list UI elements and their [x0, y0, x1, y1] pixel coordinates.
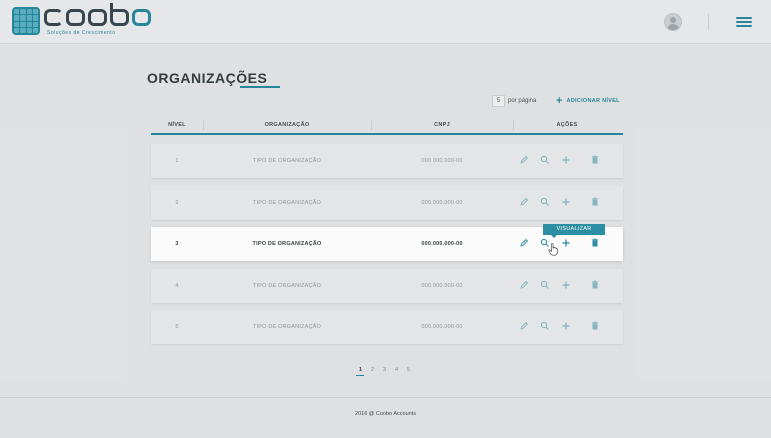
cell-nivel: 3 [175, 241, 179, 247]
cell-nivel: 5 [175, 324, 179, 330]
trash-icon[interactable] [589, 154, 601, 166]
per-page-select[interactable]: 5 [492, 95, 505, 107]
edit-icon[interactable] [518, 237, 530, 249]
search-icon[interactable] [539, 154, 551, 166]
page-link-2[interactable]: 2 [370, 367, 375, 373]
add-level-label: ADICIONAR NÍVEL [566, 98, 620, 104]
column-header-organizacao[interactable]: ORGANIZAÇÃO [265, 122, 310, 128]
plus-icon: + [556, 95, 563, 107]
search-icon[interactable] [539, 279, 551, 291]
cell-nivel: 1 [175, 158, 179, 164]
table-header: NÍVEL ORGANIZAÇÃO CNPJ AÇÕES [151, 116, 623, 135]
search-icon[interactable] [539, 320, 551, 332]
column-divider [371, 120, 372, 130]
cell-cnpj: 000.000.000-00 [421, 158, 463, 164]
menu-icon[interactable] [736, 17, 752, 27]
cell-nivel: 4 [175, 283, 179, 289]
trash-icon[interactable] [589, 237, 601, 249]
edit-icon[interactable] [518, 196, 530, 208]
table-row[interactable]: 2 TIPO DE ORGANIZAÇÃO 000.000.000-00 [151, 186, 623, 220]
edit-icon[interactable] [518, 154, 530, 166]
plus-icon[interactable] [560, 279, 572, 291]
plus-icon[interactable] [560, 320, 572, 332]
header-divider [708, 14, 709, 30]
edit-icon[interactable] [518, 320, 530, 332]
logo-grid-icon [12, 7, 40, 35]
search-icon[interactable] [539, 196, 551, 208]
pagination: 12 3 4 5 [356, 367, 411, 376]
page-title: ORGANIZAÇÕES [147, 70, 268, 86]
per-page-label: por página [508, 98, 537, 104]
plus-icon[interactable] [560, 237, 572, 249]
cell-organizacao: TIPO DE ORGANIZAÇÃO [253, 283, 321, 289]
page-footer: 2016 @ Coobo Accounts [0, 397, 771, 438]
view-tooltip: VISUALIZAR [543, 224, 605, 238]
page-link-1[interactable]: 1 [356, 367, 364, 376]
column-header-acoes: AÇÕES [556, 122, 578, 128]
table-row[interactable]: 1 TIPO DE ORGANIZAÇÃO 000.000.000-00 [151, 144, 623, 178]
cell-cnpj: 000.000.000-00 [421, 324, 463, 330]
column-header-cnpj[interactable]: CNPJ [434, 122, 450, 128]
user-avatar[interactable] [664, 13, 682, 31]
cell-nivel: 2 [175, 200, 179, 206]
footer-copyright: 2016 @ Coobo Accounts [355, 411, 416, 417]
logo-wordmark: Soluções de Crescimento [44, 2, 151, 36]
cell-organizacao: TIPO DE ORGANIZAÇÃO [253, 324, 321, 330]
column-header-nivel[interactable]: NÍVEL [168, 122, 186, 128]
logo-tagline: Soluções de Crescimento [47, 30, 116, 36]
page-link-5[interactable]: 5 [406, 367, 411, 373]
trash-icon[interactable] [589, 279, 601, 291]
page-link-3[interactable]: 3 [382, 367, 387, 373]
coobo-logo[interactable]: Soluções de Crescimento [12, 2, 151, 37]
trash-icon[interactable] [589, 196, 601, 208]
cell-organizacao: TIPO DE ORGANIZAÇÃO [253, 158, 321, 164]
edit-icon[interactable] [518, 279, 530, 291]
hand-cursor-icon [548, 243, 558, 256]
trash-icon[interactable] [589, 320, 601, 332]
table-row[interactable]: 4 TIPO DE ORGANIZAÇÃO 000.000.000-00 [151, 269, 623, 303]
cell-organizacao: TIPO DE ORGANIZAÇÃO [252, 241, 322, 247]
cell-cnpj: 000.000.000-00 [421, 283, 463, 289]
plus-icon[interactable] [560, 196, 572, 208]
plus-icon[interactable] [560, 154, 572, 166]
column-divider [203, 120, 204, 130]
cell-organizacao: TIPO DE ORGANIZAÇÃO [253, 200, 321, 206]
title-underline [240, 86, 280, 88]
app-header: Soluções de Crescimento [0, 0, 771, 44]
column-divider [513, 120, 514, 130]
table-row[interactable]: 5 TIPO DE ORGANIZAÇÃO 000.000.000-00 [151, 310, 623, 344]
cell-cnpj: 000.000.000-00 [421, 200, 463, 206]
cell-cnpj: 000.000.000-00 [421, 241, 463, 247]
page-link-4[interactable]: 4 [394, 367, 399, 373]
add-level-button[interactable]: + ADICIONAR NÍVEL [556, 95, 620, 107]
logo-lettering [44, 2, 151, 27]
